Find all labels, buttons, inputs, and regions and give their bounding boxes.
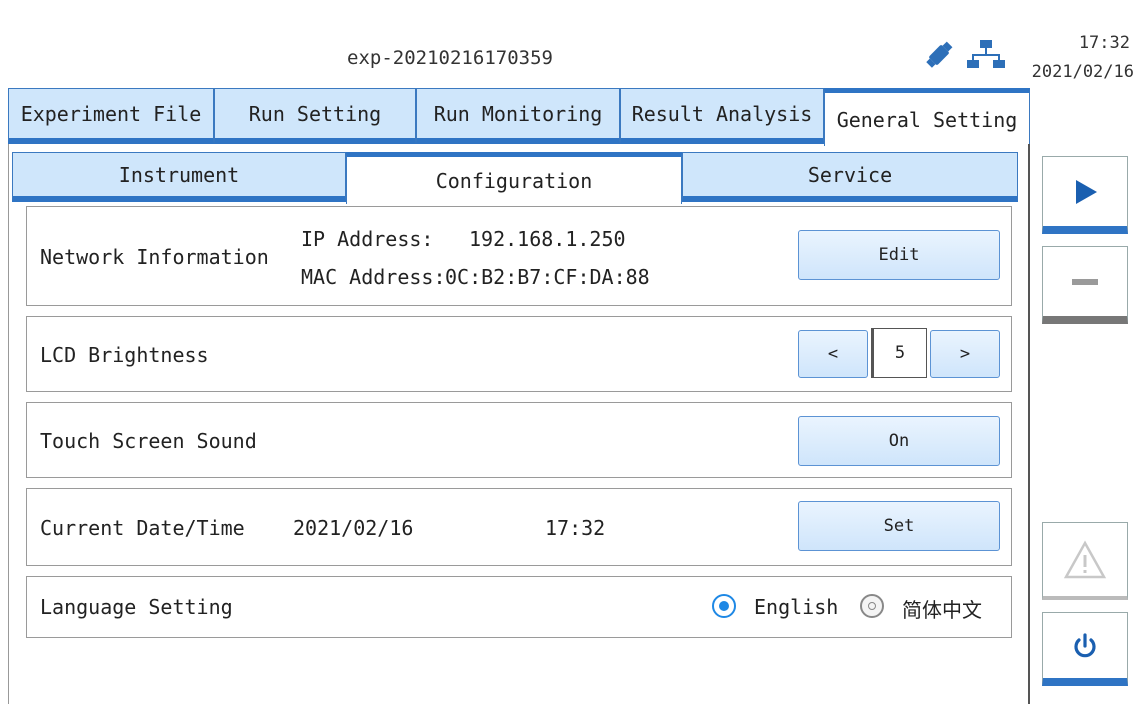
stop-button[interactable] (1042, 246, 1128, 324)
current-time-value: 17:32 (545, 516, 606, 540)
brightness-decrease-button[interactable]: < (798, 330, 868, 378)
ip-address-label: IP Address: (301, 227, 434, 251)
warning-icon (1063, 539, 1107, 578)
tab-run-setting[interactable]: Run Setting (214, 88, 416, 144)
subtab-instrument[interactable]: Instrument (12, 152, 346, 202)
lcd-brightness-row: LCD Brightness < 5 > (26, 316, 1012, 392)
touch-screen-sound-row: Touch Screen Sound On (26, 402, 1012, 478)
brightness-value: 5 (871, 328, 927, 378)
chinese-radio[interactable] (860, 594, 884, 618)
edit-network-button[interactable]: Edit (798, 230, 1000, 280)
tab-experiment-file[interactable]: Experiment File (8, 88, 214, 144)
subtab-service[interactable]: Service (682, 152, 1018, 202)
language-setting-row: Language Setting English 简体中文 (26, 576, 1012, 638)
language-setting-label: Language Setting (40, 595, 233, 619)
chinese-option-label[interactable]: 简体中文 (902, 594, 982, 623)
play-icon (1076, 179, 1097, 204)
current-datetime-label: Current Date/Time (40, 516, 245, 540)
power-icon (1074, 632, 1096, 657)
warning-button[interactable] (1042, 522, 1128, 600)
clock-date: 2021/02/16 (1031, 62, 1134, 82)
lcd-brightness-label: LCD Brightness (40, 343, 209, 367)
set-datetime-button[interactable]: Set (798, 501, 1000, 551)
current-date-value: 2021/02/16 (293, 516, 414, 540)
clock-time: 17:32 (1078, 33, 1130, 53)
english-option-label[interactable]: English (754, 595, 838, 619)
network-icon (966, 38, 1006, 72)
run-button[interactable] (1042, 156, 1128, 234)
english-radio[interactable] (712, 594, 736, 618)
usb-drive-icon (922, 38, 956, 72)
minus-icon (1072, 278, 1098, 285)
experiment-title: exp-20210216170359 (347, 47, 553, 69)
mac-address-label: MAC Address: (301, 265, 446, 289)
tab-run-monitoring[interactable]: Run Monitoring (416, 88, 620, 144)
mac-address-value: 0C:B2:B7:CF:DA:88 (445, 265, 650, 289)
sound-toggle-button[interactable]: On (798, 416, 1000, 466)
touch-screen-sound-label: Touch Screen Sound (40, 429, 257, 453)
network-information-row: Network Information IP Address: 192.168.… (26, 206, 1012, 306)
power-button[interactable] (1042, 612, 1128, 686)
ip-address-value: 192.168.1.250 (469, 227, 626, 251)
network-information-label: Network Information (40, 245, 269, 269)
tab-general-setting[interactable]: General Setting (824, 88, 1030, 146)
brightness-increase-button[interactable]: > (930, 330, 1000, 378)
current-datetime-row: Current Date/Time 2021/02/16 17:32 Set (26, 488, 1012, 566)
subtab-configuration[interactable]: Configuration (346, 152, 682, 204)
tab-result-analysis[interactable]: Result Analysis (620, 88, 824, 144)
